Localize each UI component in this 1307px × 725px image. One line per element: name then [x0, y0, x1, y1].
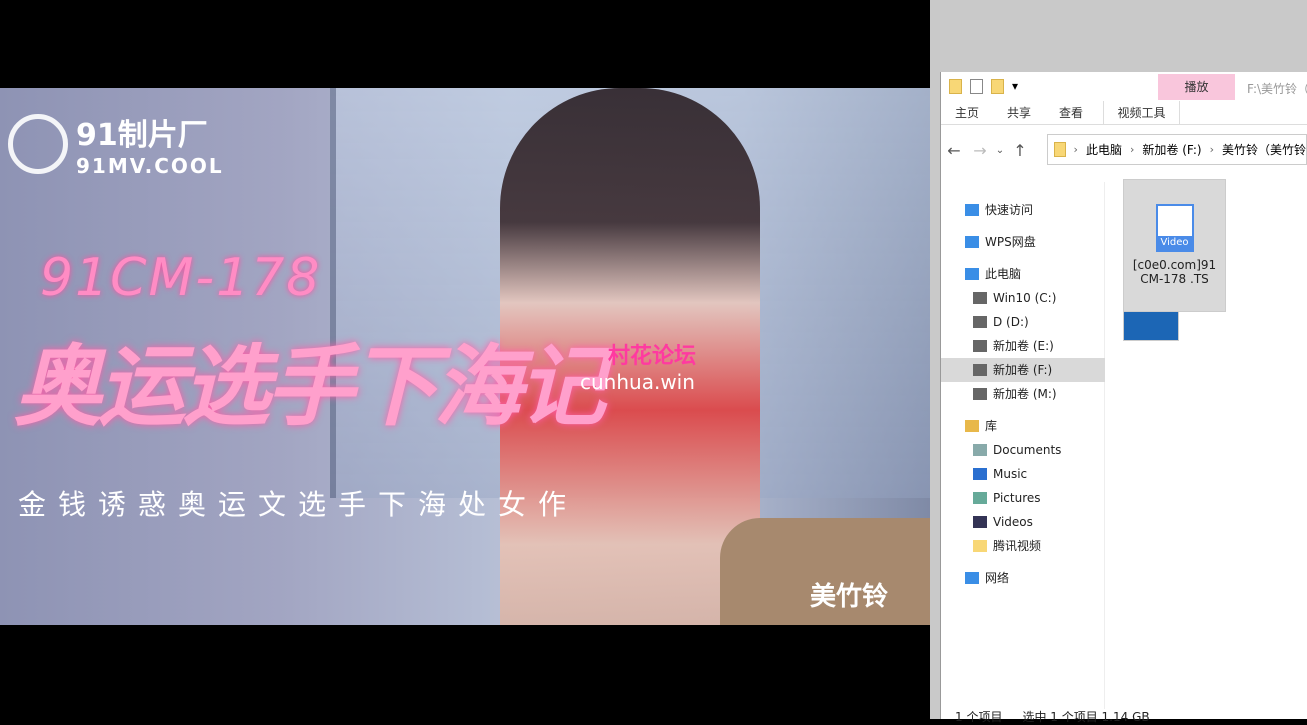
breadcrumb-folder[interactable]: 美竹铃（美竹铃: [1222, 141, 1306, 158]
forward-icon[interactable]: →: [967, 141, 993, 160]
item-count: 1 个项目: [955, 710, 1003, 724]
nav-item-label: Documents: [993, 443, 1062, 457]
drive-icon: [973, 364, 987, 376]
contextual-tab-play[interactable]: 播放: [1158, 74, 1235, 100]
nav-item-label: WPS网盘: [985, 235, 1036, 249]
tab-view[interactable]: 查看: [1045, 101, 1097, 125]
nav-item[interactable]: Win10 (C:): [941, 286, 1105, 310]
nav-item-label: D (D:): [993, 315, 1029, 329]
cloud-icon: [965, 236, 979, 248]
nav-item-label: 腾讯视频: [993, 539, 1042, 553]
navigation-bar: ← → ⌄ ↑ › 此电脑 › 新加卷 (F:) › 美竹铃（美竹铃: [941, 133, 1307, 167]
videos-icon: [973, 516, 987, 528]
music-icon: [973, 468, 987, 480]
nav-item-label: 此电脑: [985, 267, 1022, 281]
nav-item-label: 新加卷 (M:): [993, 387, 1057, 401]
actor-name: 美竹铃: [810, 582, 889, 612]
customize-dropdown-icon[interactable]: ▾: [1012, 79, 1018, 93]
nav-item[interactable]: Music: [941, 462, 1105, 486]
video-code: 91CM-178: [40, 248, 322, 308]
nav-item[interactable]: 库: [941, 414, 1105, 438]
nav-item[interactable]: Pictures: [941, 486, 1105, 510]
nav-item[interactable]: 网络: [941, 566, 1105, 590]
file-item[interactable]: Video [c0e0.com]91CM-178 .TS: [1123, 179, 1226, 312]
drive-icon: [973, 340, 987, 352]
nav-item-label: Win10 (C:): [993, 291, 1057, 305]
nav-item[interactable]: Videos: [941, 510, 1105, 534]
nav-item-label: Music: [993, 467, 1028, 481]
nav-item-label: 新加卷 (E:): [993, 339, 1054, 353]
chevron-right-icon: ›: [1129, 143, 1135, 156]
watermark: 村花论坛 cunhua.win: [580, 338, 696, 394]
window-title: F:\美竹铃（: [1247, 82, 1307, 96]
drive-icon: [973, 292, 987, 304]
nav-item[interactable]: 快速访问: [941, 198, 1105, 222]
logo-en: 91MV.COOL: [76, 154, 224, 178]
breadcrumb-drive-f[interactable]: 新加卷 (F:): [1142, 141, 1201, 158]
star-icon: [965, 204, 979, 216]
drive-icon: [973, 316, 987, 328]
watermark-en: cunhua.win: [580, 370, 695, 394]
up-icon[interactable]: ↑: [1007, 141, 1033, 160]
nav-item[interactable]: 此电脑: [941, 262, 1105, 286]
file-name: [c0e0.com]91CM-178 .TS: [1132, 258, 1217, 286]
library-icon: [965, 420, 979, 432]
status-bar: 1 个项目 选中 1 个项目 1.14 GB: [955, 708, 1150, 725]
folder-icon: [973, 540, 987, 552]
network-icon: [965, 572, 979, 584]
pictures-icon: [973, 492, 987, 504]
nav-item[interactable]: 腾讯视频: [941, 534, 1105, 558]
recent-dropdown-icon[interactable]: ⌄: [993, 145, 1007, 156]
video-subtitle: 金钱诱惑奥运文选手下海处女作: [18, 488, 579, 521]
chevron-right-icon: ›: [1209, 143, 1214, 156]
video-title: 奥运选手下海记: [14, 335, 606, 438]
drive-icon: [973, 388, 987, 400]
nav-item[interactable]: 新加卷 (F:): [941, 358, 1105, 382]
breadcrumb-this-pc[interactable]: 此电脑: [1086, 141, 1122, 158]
video-file-icon: Video: [1155, 204, 1194, 252]
tab-share[interactable]: 共享: [993, 101, 1045, 125]
file-explorer-window: ▾ 播放 F:\美竹铃（ 文件 主页 共享 查看 视频工具 ← → ⌄ ↑ › …: [940, 72, 1307, 724]
nav-item-label: Videos: [993, 515, 1033, 529]
chevron-right-icon: ›: [1073, 143, 1078, 156]
documents-icon: [973, 444, 987, 456]
computer-icon: [965, 268, 979, 280]
nav-item[interactable]: 新加卷 (E:): [941, 334, 1105, 358]
watermark-cn: 村花论坛: [608, 344, 697, 369]
nav-item-label: Pictures: [993, 491, 1041, 505]
nav-item-label: 新加卷 (F:): [993, 363, 1053, 377]
ribbon-tabs: 文件 主页 共享 查看 视频工具: [941, 101, 1307, 341]
nav-item-label: 网络: [985, 571, 1010, 585]
tab-home[interactable]: 主页: [941, 101, 993, 125]
folder-icon: [1054, 142, 1066, 157]
nav-item-label: 库: [985, 419, 998, 433]
nav-item[interactable]: 新加卷 (M:): [941, 382, 1105, 406]
selection-info: 选中 1 个项目 1.14 GB: [1022, 710, 1150, 724]
studio-logo: 91制片厂 91MV.COOL: [8, 110, 224, 178]
nav-item-label: 快速访问: [985, 203, 1034, 217]
nav-item[interactable]: Documents: [941, 438, 1105, 462]
video-frame: 91制片厂 91MV.COOL 91CM-178 奥运选手下海记 金钱诱惑奥运文选…: [0, 88, 930, 625]
film-reel-icon: [8, 114, 68, 174]
properties-icon[interactable]: [970, 78, 983, 94]
tab-video-tools[interactable]: 视频工具: [1103, 101, 1180, 125]
nav-item[interactable]: D (D:): [941, 310, 1105, 334]
navigation-pane: 快速访问 WPS网盘此电脑 Win10 (C:) D (D:) 新加卷 (E:) 新加卷 …: [941, 182, 1105, 709]
address-bar[interactable]: › 此电脑 › 新加卷 (F:) › 美竹铃（美竹铃: [1047, 134, 1307, 165]
folder-icon[interactable]: [949, 78, 962, 94]
logo-cn: 91制片厂: [76, 118, 208, 153]
file-type-label: Video: [1155, 236, 1194, 250]
video-player[interactable]: 91制片厂 91MV.COOL 91CM-178 奥运选手下海记 金钱诱惑奥运文选…: [0, 0, 930, 719]
new-folder-icon[interactable]: [991, 78, 1004, 94]
back-icon[interactable]: ←: [941, 141, 967, 160]
nav-item[interactable]: WPS网盘: [941, 230, 1105, 254]
